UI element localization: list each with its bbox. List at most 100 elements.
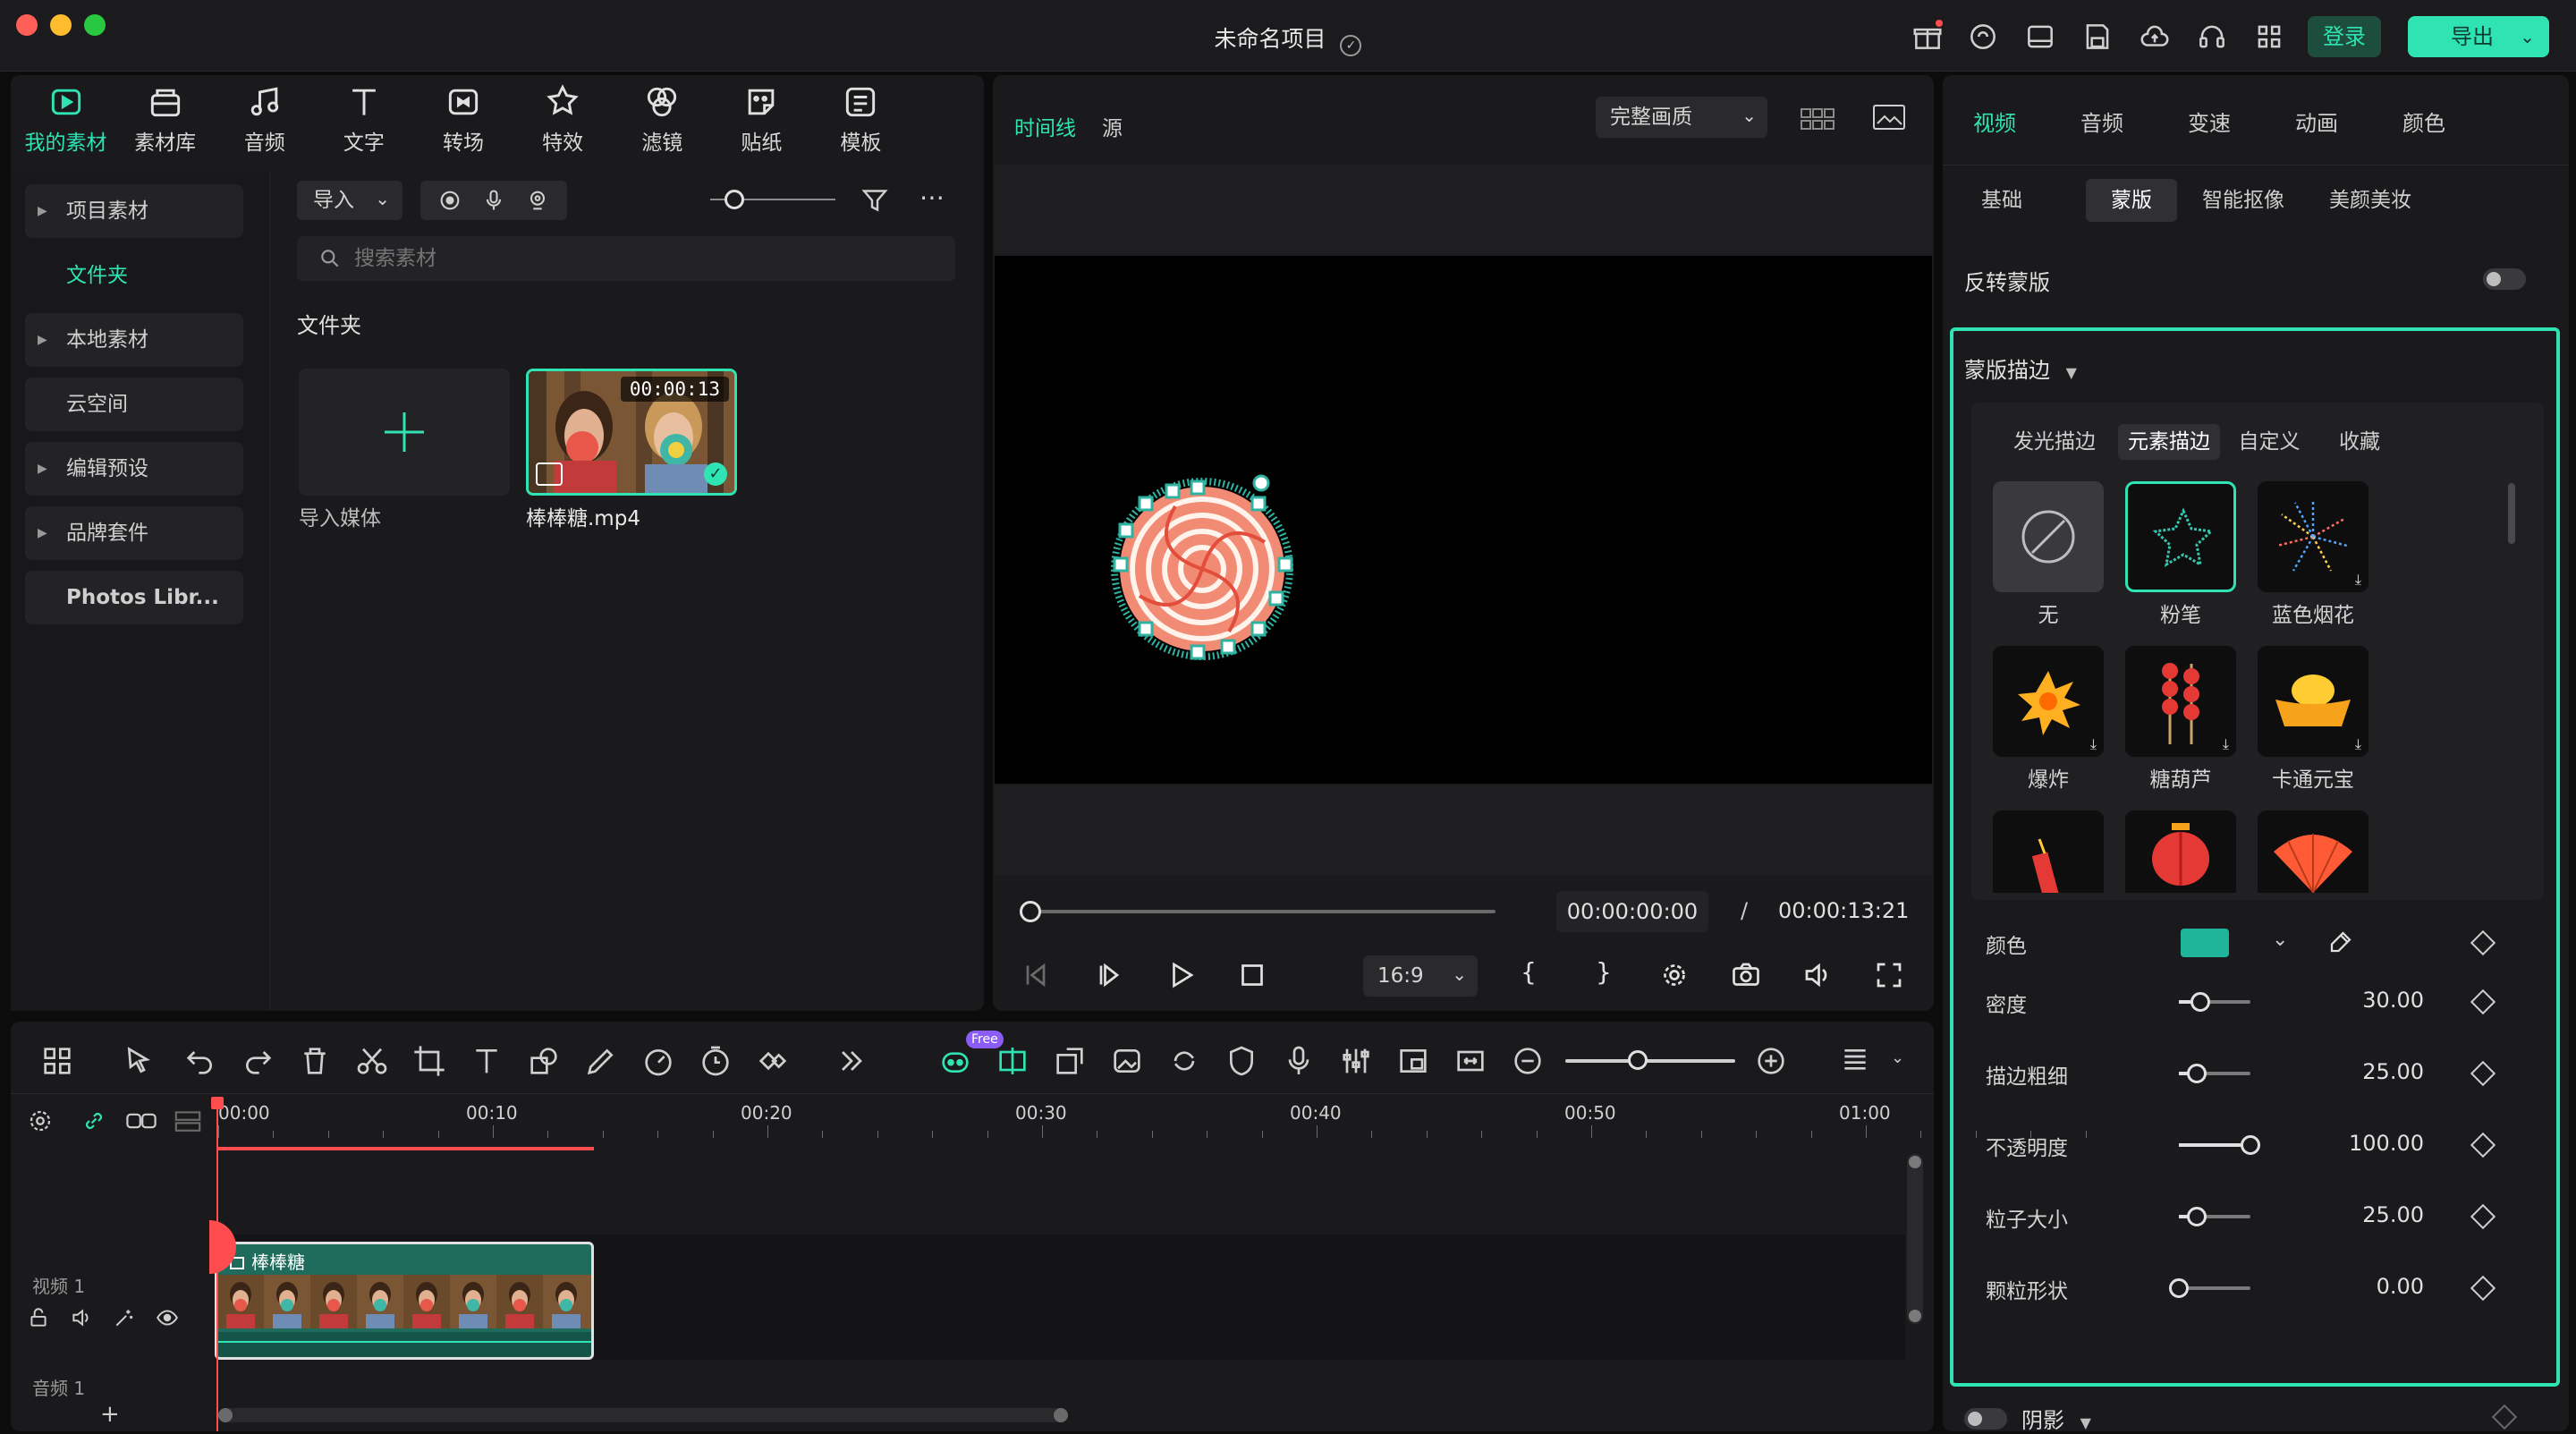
stroke-tile-explosion[interactable]: ⤓ (1993, 646, 2104, 757)
search-box[interactable] (297, 236, 955, 281)
layout-tracks-icon[interactable] (1837, 1043, 1873, 1079)
chevron-down-icon[interactable]: ⌄ (2272, 929, 2288, 951)
apps-grid-icon[interactable] (2252, 20, 2286, 54)
lollipop-preview[interactable] (1104, 471, 1301, 667)
chevron-down-icon[interactable]: ⌄ (1891, 1048, 1904, 1067)
stroke-tile-none[interactable] (1993, 481, 2104, 592)
tab-property[interactable]: 视频 (1973, 106, 2016, 137)
tool-stock[interactable]: 素材库 (121, 82, 209, 172)
stroke-tab[interactable]: 自定义 (2229, 424, 2309, 460)
quality-dropdown[interactable]: 完整画质 ⌄ (1596, 97, 1767, 138)
webcam-icon[interactable] (525, 188, 550, 213)
param-slider-knob[interactable] (2241, 1135, 2260, 1155)
stop-icon[interactable] (1236, 959, 1268, 991)
fit-icon[interactable] (1453, 1043, 1488, 1079)
feedback-icon[interactable] (1966, 20, 2000, 54)
zoom-in-icon[interactable] (1753, 1043, 1789, 1079)
previous-frame-icon[interactable] (1020, 959, 1052, 991)
fullscreen-icon[interactable] (1873, 959, 1905, 991)
headset-icon[interactable] (2195, 20, 2229, 54)
play-icon[interactable] (1165, 959, 1197, 991)
subtab[interactable]: 蒙版 (2086, 179, 2177, 222)
subtab[interactable]: 智能抠像 (2179, 179, 2308, 222)
sync-icon[interactable] (1166, 1043, 1202, 1079)
grid-view-icon[interactable] (1800, 106, 1835, 132)
timer-icon[interactable] (698, 1043, 733, 1079)
tool-media[interactable]: 我的素材 (21, 82, 110, 172)
shadow-label[interactable]: 阴影 ▼ (2021, 1403, 2091, 1434)
delete-icon[interactable] (297, 1043, 333, 1079)
link-icon[interactable] (80, 1107, 107, 1134)
keyframe-tool-icon[interactable] (755, 1043, 791, 1079)
stroke-tile-fireworks[interactable]: ⤓ (2258, 481, 2368, 592)
chevron-down-icon[interactable]: ⌄ (2520, 16, 2535, 57)
cut-icon[interactable] (354, 1043, 390, 1079)
param-slider-knob[interactable] (2187, 1064, 2207, 1083)
stroke-tab[interactable]: 收藏 (2327, 424, 2392, 460)
stroke-tab[interactable]: 元素描边 (2118, 424, 2220, 460)
tool-sticker[interactable]: 贴纸 (717, 82, 806, 172)
ai-robot-icon[interactable] (937, 1043, 973, 1079)
tab-property[interactable]: 动画 (2295, 106, 2338, 137)
media-clip-thumbnail[interactable]: 00:00:13 ✓ (526, 369, 737, 496)
pip-icon[interactable] (1395, 1043, 1431, 1079)
aspect-ratio-dropdown[interactable]: 16:9 ⌄ (1363, 955, 1478, 997)
slider-knob[interactable] (724, 190, 744, 209)
zoom-slider-knob[interactable] (1628, 1050, 1648, 1070)
record-screen-icon[interactable] (437, 188, 462, 213)
timeline-ruler[interactable]: 00:00 00:10 00:20 00:30 00:40 00:50 01:00 (218, 1099, 2087, 1152)
settings-icon[interactable] (1658, 959, 1690, 991)
stroke-tile-ingot[interactable]: ⤓ (2258, 646, 2368, 757)
undo-icon[interactable] (182, 1043, 218, 1079)
stroke-tab[interactable]: 发光描边 (2005, 424, 2104, 460)
sidebar-item[interactable]: ▶ 项目素材 (25, 184, 243, 238)
login-button[interactable]: 登录 (2308, 16, 2381, 57)
eye-icon[interactable] (156, 1306, 179, 1329)
sidebar-item[interactable]: ▶ 品牌套件 (25, 506, 243, 560)
current-timecode[interactable]: 00:00:00:00 (1556, 891, 1708, 932)
playhead-handle[interactable] (211, 1097, 224, 1109)
subtab[interactable]: 美颜美妆 (2304, 179, 2436, 222)
next-frame-icon[interactable] (1093, 959, 1125, 991)
stroke-tile-lantern[interactable] (2125, 810, 2236, 893)
shape-icon[interactable] (526, 1043, 562, 1079)
more-tools-icon[interactable] (834, 1043, 869, 1079)
multi-view-icon[interactable] (39, 1043, 75, 1079)
redo-icon[interactable] (240, 1043, 275, 1079)
preview-progress[interactable] (1030, 910, 1496, 913)
export-button[interactable]: 导出 ⌄ (2408, 16, 2549, 57)
tab-source[interactable]: 源 (1102, 111, 1123, 141)
zoom-slider[interactable] (1565, 1059, 1735, 1063)
volume-icon[interactable] (1801, 959, 1834, 991)
filter-icon[interactable] (859, 184, 891, 216)
mask-stroke-heading[interactable]: 蒙版描边 ▼ (1964, 352, 2077, 384)
add-track-icon[interactable]: + (100, 1401, 120, 1428)
magic-wand-icon[interactable] (113, 1306, 136, 1329)
param-value[interactable]: 0.00 (2326, 1274, 2424, 1299)
tab-property[interactable]: 音频 (2080, 106, 2123, 137)
sidebar-item[interactable]: ▶ 编辑预设 (25, 442, 243, 496)
image-ai-icon[interactable] (1109, 1043, 1145, 1079)
tab-property[interactable]: 变速 (2188, 106, 2231, 137)
mark-in-button[interactable]: { (1521, 957, 1537, 987)
sidebar-item[interactable]: 云空间 (25, 378, 243, 431)
text-tool-icon[interactable] (469, 1043, 504, 1079)
tool-transition[interactable]: 转场 (419, 82, 507, 172)
param-value[interactable]: 25.00 (2326, 1202, 2424, 1227)
tab-timeline[interactable]: 时间线 (1014, 111, 1076, 141)
param-value[interactable]: 25.00 (2326, 1059, 2424, 1084)
param-slider[interactable] (2179, 1286, 2250, 1290)
import-dropdown[interactable]: 导入 ⌄ (297, 181, 402, 220)
download-icon[interactable]: ⤓ (2355, 571, 2361, 589)
crop-icon[interactable] (411, 1043, 447, 1079)
stroke-tile-tanghulu[interactable]: ⤓ (2125, 646, 2236, 757)
microphone-icon[interactable] (481, 188, 506, 213)
sidebar-item[interactable]: ▶ 本地素材 (25, 313, 243, 367)
cloud-upload-icon[interactable] (2138, 20, 2172, 54)
mixer-icon[interactable] (1338, 1043, 1374, 1079)
mark-out-button[interactable]: } (1596, 957, 1612, 987)
tool-text[interactable]: 文字 (319, 82, 408, 172)
import-media-tile[interactable] (299, 369, 510, 496)
tool-music[interactable]: 音频 (220, 82, 309, 172)
save-icon[interactable] (2080, 20, 2114, 54)
